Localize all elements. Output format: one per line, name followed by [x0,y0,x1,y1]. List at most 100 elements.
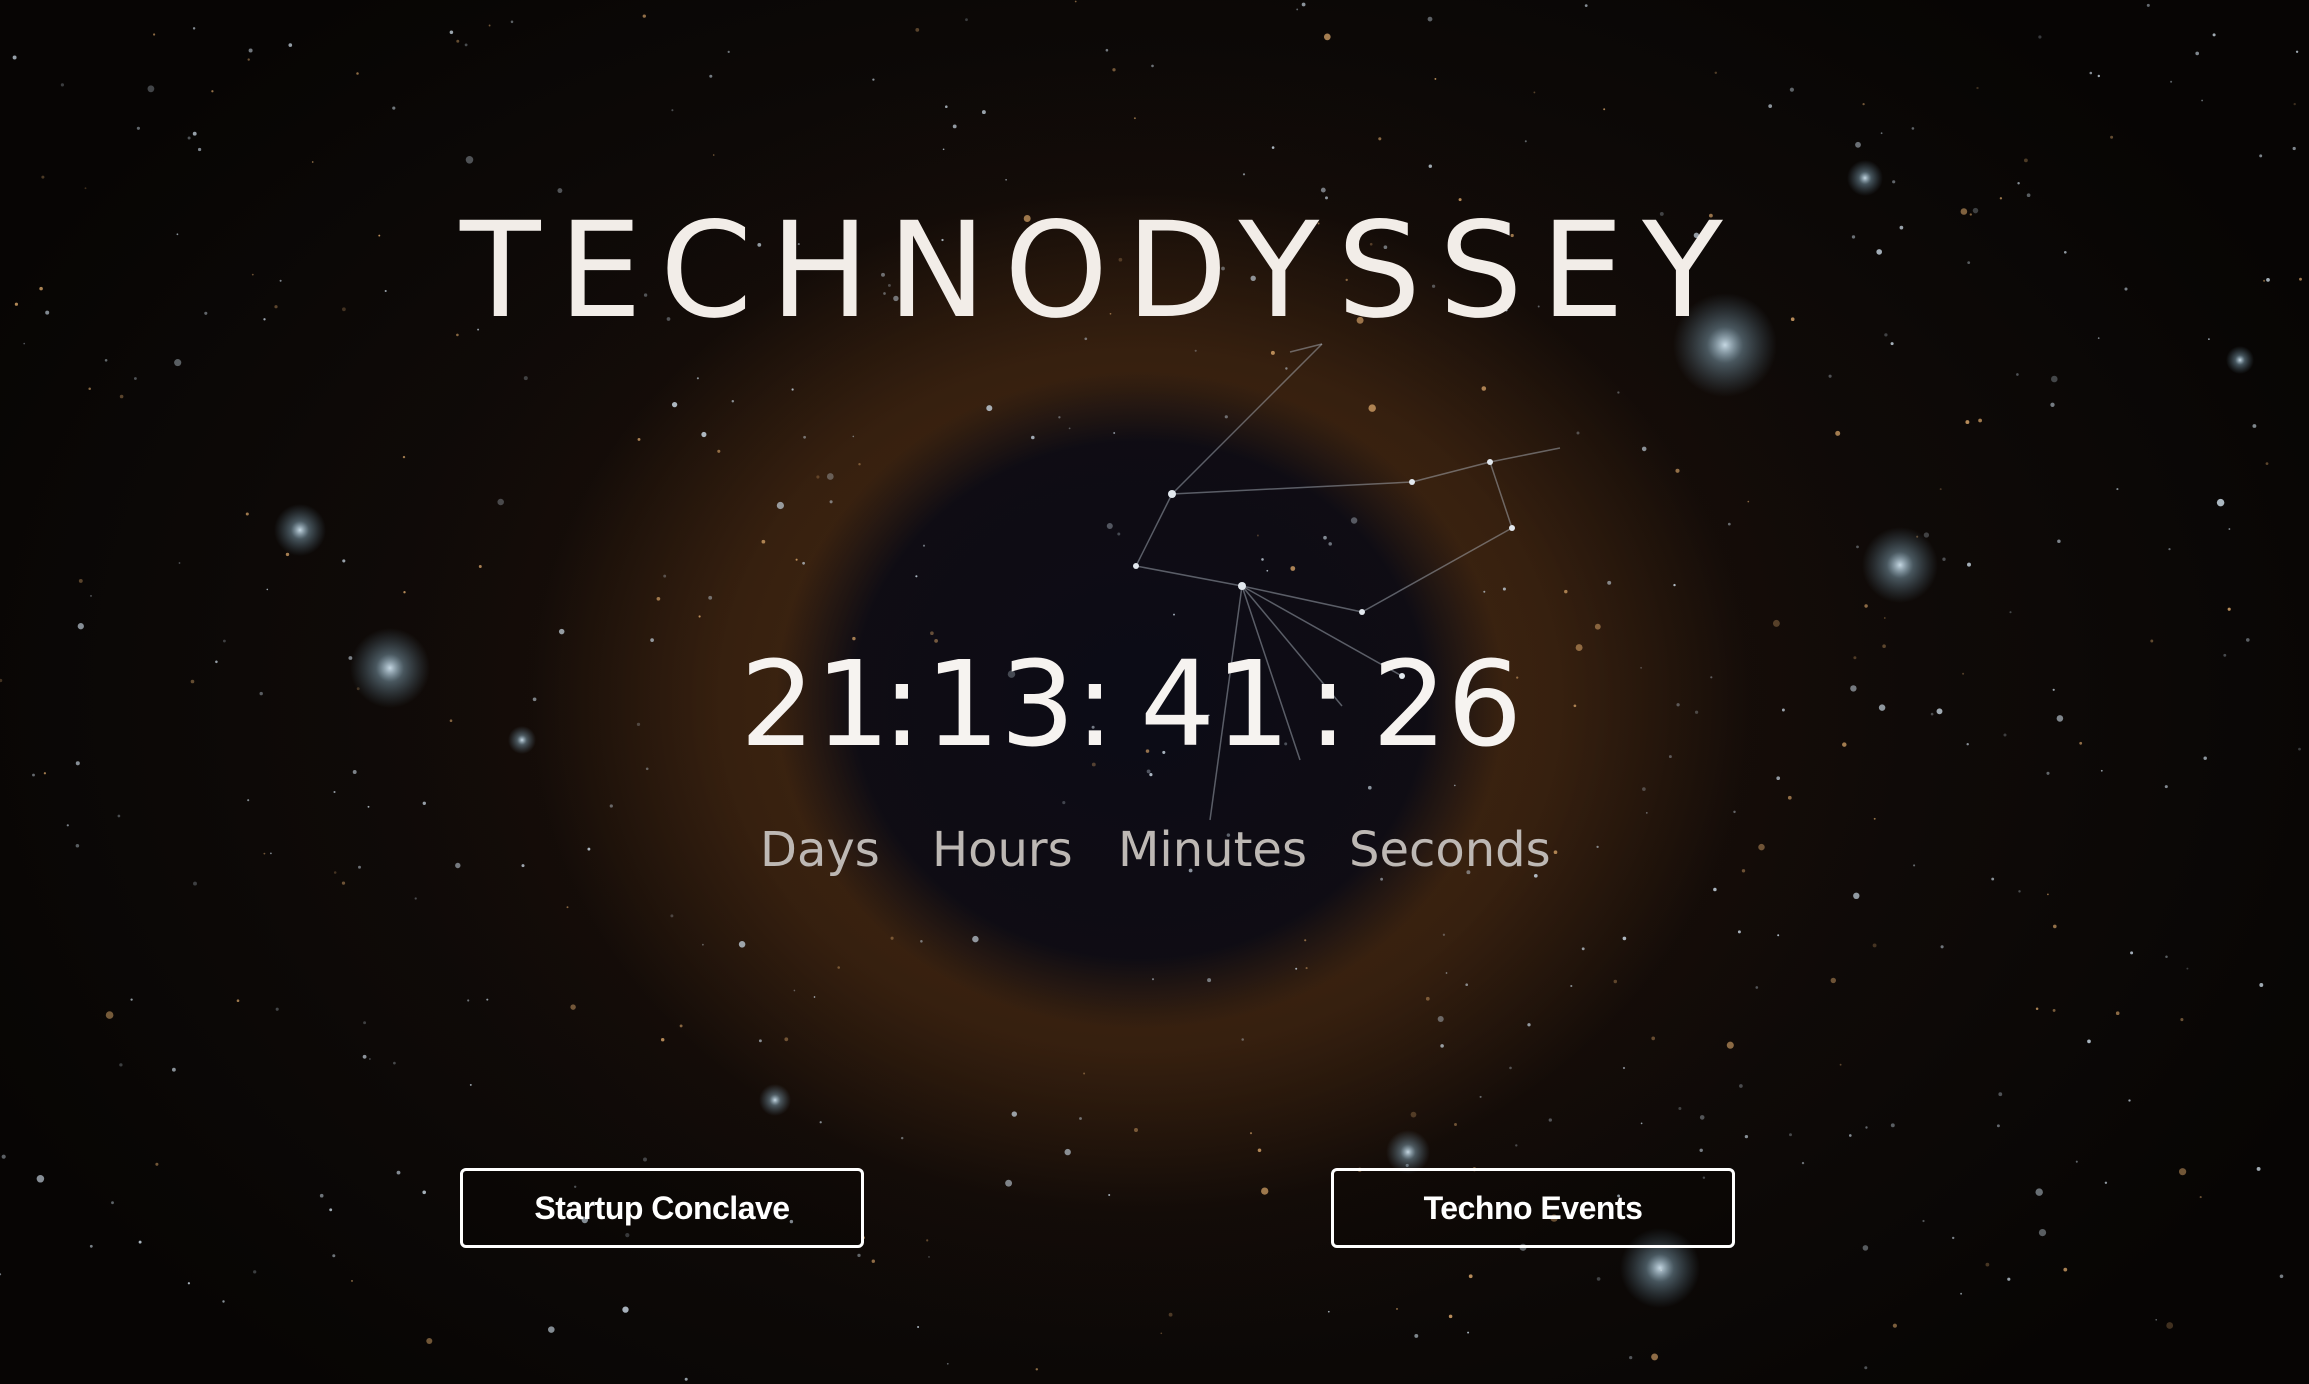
star-dot [12,55,17,60]
star-dot [946,1362,949,1365]
star-dot [1960,1292,1963,1295]
star-dot [1651,1036,1656,1041]
star-dot [1878,704,1886,711]
star-dot [119,394,124,399]
star-dot [147,85,155,93]
star-dot [1890,342,1894,346]
star-dot [1295,967,1298,970]
star-dot [172,1067,176,1072]
star-dot [2201,99,2203,102]
star-dot [1266,569,1269,572]
star-dot [926,1239,929,1242]
star-dot [1699,1148,1703,1153]
star-dot [176,233,179,236]
star-dot [1629,1355,1633,1360]
star-dot [1952,1236,1955,1240]
star-dot [1151,64,1154,68]
star-dot [1301,2,1306,7]
star-dot [1960,208,1968,215]
star-dot [1367,785,1372,790]
star-dot [178,562,181,564]
star-dot [153,33,156,36]
star-dot [679,1024,683,1028]
star-dot [236,999,240,1003]
star-dot [130,998,133,1001]
seconds-label: Seconds [1349,822,1551,878]
star-dot [422,801,426,805]
hours-label: Hours [932,822,1073,878]
star-dot [89,1244,93,1248]
star-dot [0,678,3,683]
star-dot [43,772,47,775]
star-dot [1856,545,1859,549]
star-dot [587,847,591,851]
star-dot [1828,374,1832,378]
star-dot [192,131,197,136]
star-dot [1882,644,1886,648]
star-dot [829,500,833,504]
star-dot [1776,776,1781,781]
star-dot [369,1058,371,1060]
star-dot [1581,947,1585,951]
star-dot [942,148,945,151]
star-dot [1304,939,1307,942]
countdown-separator: : [1075,635,1115,773]
star-dot [1830,977,1837,984]
star-dot [1998,1092,2003,1097]
star-dot [1942,557,1946,561]
star-dot [111,1201,114,1205]
star-dot [403,591,406,594]
startup-conclave-button[interactable]: Startup Conclave [460,1168,864,1248]
star-dot [1850,685,1857,692]
star-dot [192,27,196,30]
star-dot [872,78,875,81]
star-dot [1112,68,1116,72]
star-dot [1533,91,1536,94]
star-dot [75,761,80,766]
star-dot [288,43,293,47]
star-dot [270,852,272,855]
star-dot [1256,534,1259,537]
star-dot [1113,432,1116,434]
star-dot [1570,984,1573,988]
star-dot [2299,277,2302,281]
star-dot [1726,1041,1734,1049]
techno-events-button[interactable]: Techno Events [1331,1168,1735,1248]
star-dot [1862,1245,1869,1251]
star-dot [0,1273,2,1276]
star-dot [1747,500,1750,503]
star-dot [2223,653,2227,657]
star-dot [622,1306,629,1313]
star-dot [263,852,266,855]
star-dot [920,940,923,943]
star-dot [972,935,979,943]
star-dot [2046,771,2050,775]
star-dot [2097,337,2100,339]
star-dot [1714,71,1718,75]
star-dot [1603,108,1606,111]
star-dot [1890,1123,1895,1128]
countdown-seconds-value: 26 [1372,635,1523,773]
star-dot [2124,287,2128,291]
star-dot [837,966,840,969]
star-dot [332,1254,336,1258]
star-dot [2110,135,2114,139]
star-dot [1640,1122,1643,1125]
star-dot [2023,158,2028,163]
star-dot [1640,666,1643,669]
star-dot [1772,619,1780,627]
star-dot [2279,1274,2284,1279]
star-dot [488,24,491,27]
star-dot [1134,1128,1138,1132]
star-dot [1694,710,1699,714]
star-dot [1883,617,1886,619]
star-dot [1320,187,1326,193]
star-dot [1481,386,1487,391]
star-dot [1768,104,1773,108]
star-dot [915,28,920,32]
star-dot [1777,934,1780,937]
star-dot [1727,522,1731,526]
star-dot [2295,50,2299,53]
star-dot [342,559,346,563]
star-dot [1645,812,1648,814]
